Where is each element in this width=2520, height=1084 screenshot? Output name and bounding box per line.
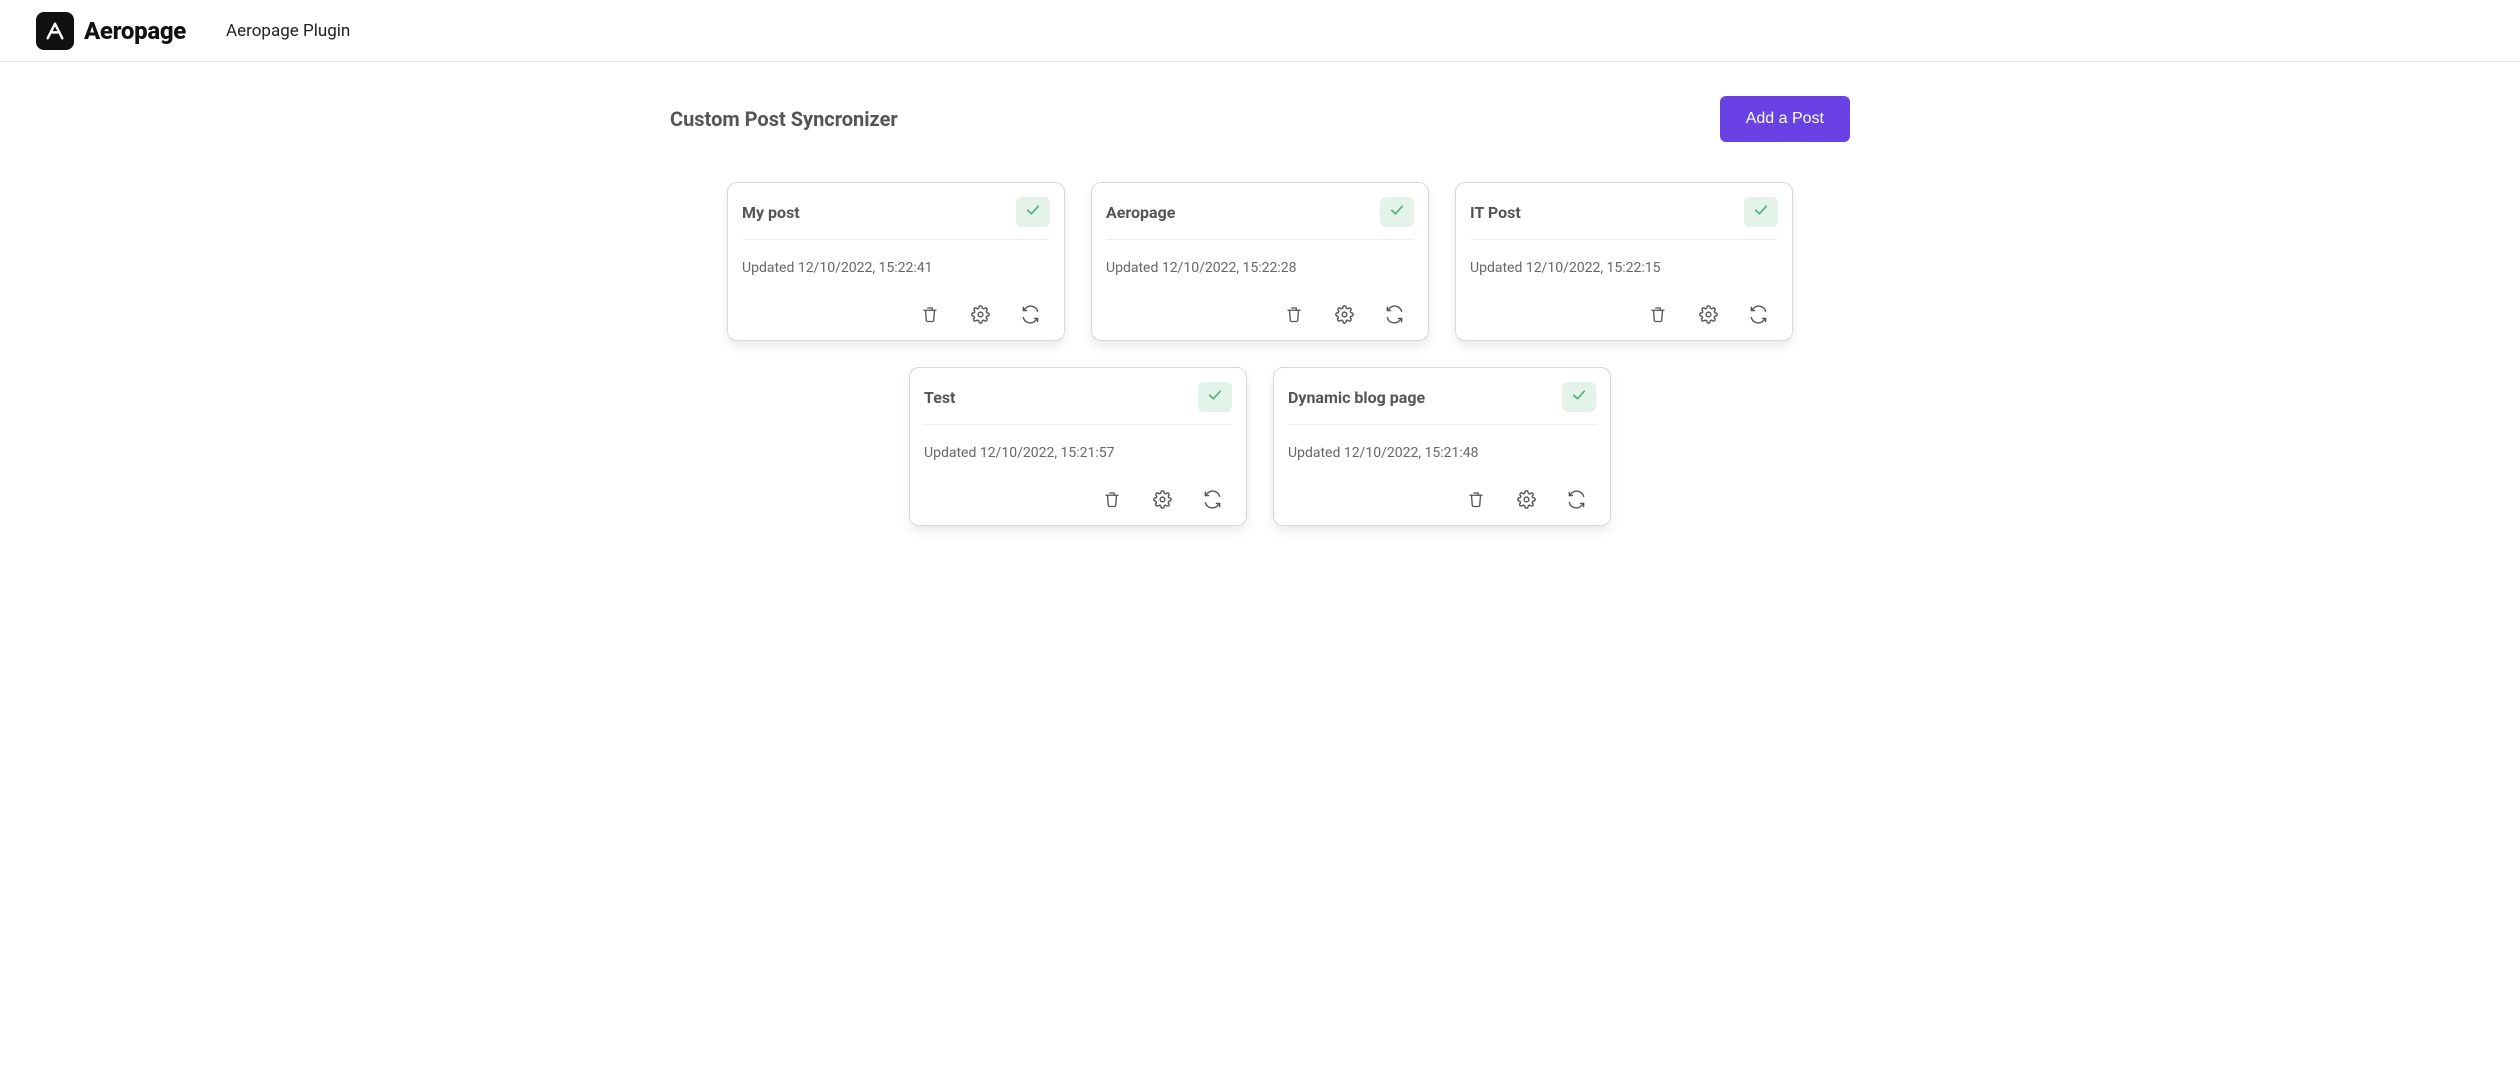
settings-button[interactable]: [970, 304, 990, 324]
card-head: My post: [742, 197, 1050, 240]
delete-button[interactable]: [1466, 489, 1486, 509]
sync-button[interactable]: [1020, 304, 1040, 324]
delete-button[interactable]: [1102, 489, 1122, 509]
gear-icon: [1517, 490, 1536, 509]
status-ok-badge: [1198, 382, 1232, 412]
sync-button[interactable]: [1748, 304, 1768, 324]
refresh-icon: [1567, 490, 1586, 509]
status-ok-badge: [1744, 197, 1778, 227]
card-head: Dynamic blog page: [1288, 382, 1596, 425]
settings-button[interactable]: [1334, 304, 1354, 324]
brand-name: Aeropage: [84, 17, 186, 45]
card-meta: Updated 12/10/2022, 15:21:57: [924, 425, 1232, 489]
topbar: Aeropage Aeropage Plugin: [0, 0, 2520, 62]
card-head: Aeropage: [1106, 197, 1414, 240]
status-ok-badge: [1016, 197, 1050, 227]
sync-button[interactable]: [1566, 489, 1586, 509]
delete-button[interactable]: [920, 304, 940, 324]
check-icon: [1206, 386, 1224, 408]
refresh-icon: [1749, 305, 1768, 324]
card-actions: [1288, 489, 1596, 515]
card-actions: [742, 304, 1050, 330]
content: Custom Post Syncronizer Add a Post My po…: [670, 62, 1850, 566]
card-meta: Updated 12/10/2022, 15:21:48: [1288, 425, 1596, 489]
trash-icon: [1103, 490, 1121, 508]
card-title: Test: [924, 388, 955, 407]
card-title: My post: [742, 203, 800, 222]
card-actions: [1470, 304, 1778, 330]
add-post-button[interactable]: Add a Post: [1720, 96, 1850, 142]
card-actions: [924, 489, 1232, 515]
check-icon: [1752, 201, 1770, 223]
card-head: Test: [924, 382, 1232, 425]
post-card: Dynamic blog page Updated 12/10/2022, 15:…: [1273, 367, 1611, 526]
delete-button[interactable]: [1284, 304, 1304, 324]
gear-icon: [1153, 490, 1172, 509]
page-subtitle: Aeropage Plugin: [226, 21, 350, 41]
trash-icon: [1467, 490, 1485, 508]
trash-icon: [1285, 305, 1303, 323]
check-icon: [1570, 386, 1588, 408]
trash-icon: [1649, 305, 1667, 323]
check-icon: [1388, 201, 1406, 223]
refresh-icon: [1203, 490, 1222, 509]
gear-icon: [1335, 305, 1354, 324]
card-grid: My post Updated 12/10/2022, 15:22:41 Aerop…: [670, 182, 1850, 526]
card-meta: Updated 12/10/2022, 15:22:28: [1106, 240, 1414, 304]
card-meta: Updated 12/10/2022, 15:22:15: [1470, 240, 1778, 304]
brand: Aeropage: [36, 12, 186, 50]
gear-icon: [1699, 305, 1718, 324]
brand-logo-icon: [36, 12, 74, 50]
status-ok-badge: [1562, 382, 1596, 412]
settings-button[interactable]: [1698, 304, 1718, 324]
settings-button[interactable]: [1152, 489, 1172, 509]
sync-button[interactable]: [1202, 489, 1222, 509]
delete-button[interactable]: [1648, 304, 1668, 324]
sync-button[interactable]: [1384, 304, 1404, 324]
card-head: IT Post: [1470, 197, 1778, 240]
trash-icon: [921, 305, 939, 323]
card-title: IT Post: [1470, 203, 1521, 222]
post-card: My post Updated 12/10/2022, 15:22:41: [727, 182, 1065, 341]
settings-button[interactable]: [1516, 489, 1536, 509]
section-title: Custom Post Syncronizer: [670, 107, 898, 131]
post-card: Test Updated 12/10/2022, 15:21:57: [909, 367, 1247, 526]
check-icon: [1024, 201, 1042, 223]
card-meta: Updated 12/10/2022, 15:22:41: [742, 240, 1050, 304]
card-actions: [1106, 304, 1414, 330]
card-title: Dynamic blog page: [1288, 388, 1425, 407]
card-title: Aeropage: [1106, 203, 1175, 222]
refresh-icon: [1021, 305, 1040, 324]
post-card: Aeropage Updated 12/10/2022, 15:22:28: [1091, 182, 1429, 341]
gear-icon: [971, 305, 990, 324]
status-ok-badge: [1380, 197, 1414, 227]
refresh-icon: [1385, 305, 1404, 324]
post-card: IT Post Updated 12/10/2022, 15:22:15: [1455, 182, 1793, 341]
content-header: Custom Post Syncronizer Add a Post: [670, 96, 1850, 142]
